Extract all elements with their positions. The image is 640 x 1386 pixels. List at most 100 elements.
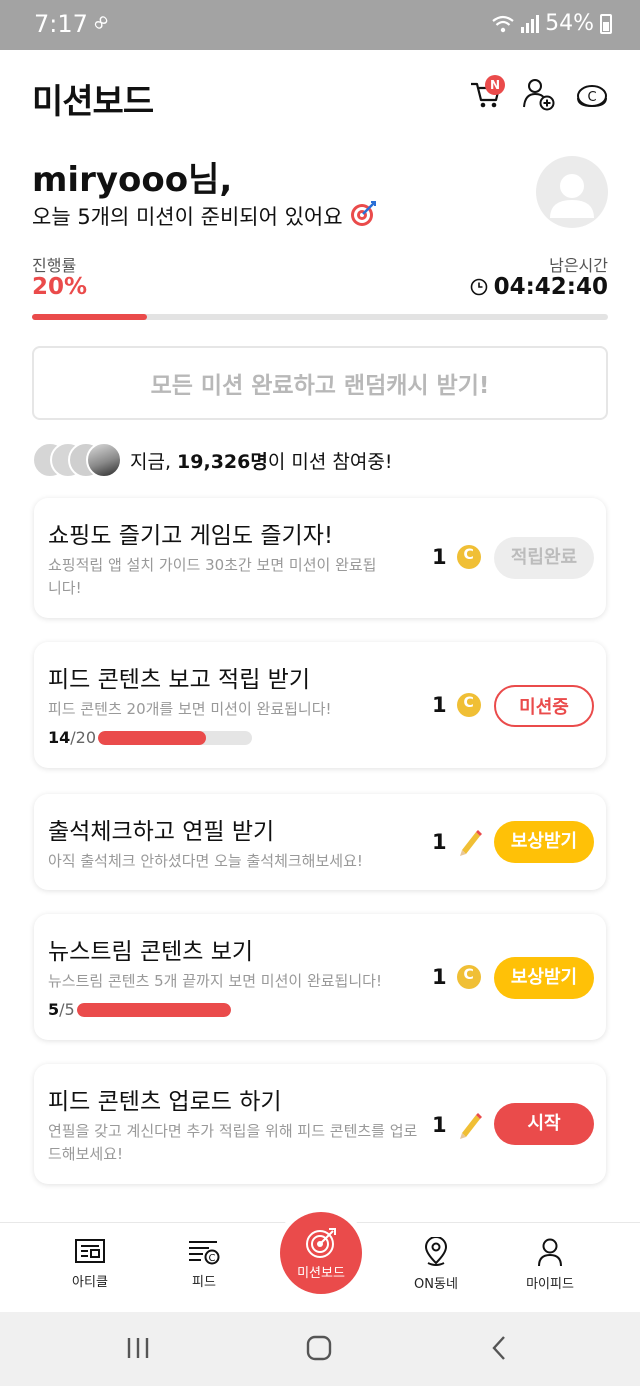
mission-progress-bar <box>76 1002 231 1017</box>
participants-prefix: 지금, <box>130 450 178 473</box>
battery-icon <box>600 13 612 34</box>
profile-placeholder-icon <box>550 174 594 218</box>
mission-reward: 1 <box>432 545 481 569</box>
nav-label: 아티클 <box>72 1275 108 1290</box>
mission-description: 쇼핑적립 앱 설치 가이드 30초간 보면 미션이 완료됩니다! <box>48 556 377 597</box>
system-nav-bar <box>0 1312 640 1386</box>
participant-avatars <box>32 441 126 479</box>
mission-card[interactable]: 쇼핑도 즐기고 게임도 즐기자! 쇼핑적립 앱 설치 가이드 30초간 보면 미… <box>34 498 606 618</box>
status-time: 7:17 <box>34 10 88 38</box>
clock-icon <box>470 278 487 296</box>
mission-progress-fill <box>98 730 206 745</box>
participants-text: 지금, 19,326명이 미션 참여중! <box>130 447 392 474</box>
mission-description: 피드 콘텐츠 20개를 보면 미션이 완료됩니다! <box>48 700 332 718</box>
avatar <box>86 442 122 478</box>
page-title: 미션보드 <box>32 82 154 122</box>
mission-title: 뉴스트림 콘텐츠 보기 <box>48 939 254 965</box>
home-icon[interactable] <box>305 1334 333 1362</box>
remaining-time: 04:42:40 <box>470 274 608 300</box>
mission-in-progress-button[interactable]: 미션중 <box>494 685 594 727</box>
mission-status-button: 적립완료 <box>494 537 594 579</box>
complete-all-button[interactable]: 모든 미션 완료하고 랜덤캐시 받기! <box>32 346 608 420</box>
nav-item-myfeed[interactable]: 마이피드 <box>500 1237 600 1292</box>
mission-card[interactable]: 뉴스트림 콘텐츠 보기 뉴스트림 콘텐츠 5개 끝까지 보면 미션이 완료됩니다… <box>34 914 606 1040</box>
coin-icon <box>456 545 481 569</box>
article-icon <box>75 1239 105 1263</box>
mission-progress-bar <box>98 730 253 745</box>
remaining-time-label: 남은시간 <box>549 256 608 275</box>
nav-label: ON동네 <box>414 1277 458 1292</box>
recent-apps-icon[interactable] <box>124 1334 152 1362</box>
remaining-time-value: 04:42:40 <box>493 274 608 300</box>
nav-item-article[interactable]: 아티클 <box>40 1237 140 1290</box>
mission-card[interactable]: 피드 콘텐츠 업로드 하기 연필을 갖고 계신다면 추가 적립을 위해 피드 콘… <box>34 1064 606 1184</box>
nav-item-onnei[interactable]: ON동네 <box>386 1237 486 1292</box>
add-friend-icon[interactable] <box>520 76 556 112</box>
claim-reward-button[interactable]: 보상받기 <box>494 821 594 863</box>
nav-label: 미션보드 <box>297 1266 345 1281</box>
mission-reward-amount: 1 <box>432 965 447 989</box>
participants-count: 19,326명 <box>177 450 268 473</box>
mission-title: 피드 콘텐츠 업로드 하기 <box>48 1089 282 1115</box>
mission-reward: 1 <box>432 965 481 989</box>
daily-progress-fill <box>32 314 148 320</box>
target-icon <box>306 1228 336 1258</box>
daily-progress-bar <box>32 314 608 320</box>
mission-progress-fill <box>76 1002 231 1017</box>
nav-item-feed[interactable]: C 피드 <box>154 1237 254 1290</box>
pencil-icon <box>459 1113 482 1139</box>
svg-text:C: C <box>209 1253 216 1264</box>
mission-description: 연필을 갖고 계신다면 추가 적립을 위해 피드 콘텐츠를 업로드해보세요! <box>48 1122 418 1163</box>
svg-text:C: C <box>587 90 596 105</box>
location-pin-icon <box>424 1237 448 1266</box>
progress-label: 진행률 <box>32 256 77 275</box>
wifi-icon <box>492 15 514 32</box>
mission-reward: 1 <box>432 828 483 856</box>
app-bar: 미션보드 C <box>0 50 640 140</box>
status-bar: 7:17 ∞ 54% <box>0 0 640 50</box>
mission-title: 피드 콘텐츠 보고 적립 받기 <box>48 667 311 693</box>
mission-card[interactable]: 피드 콘텐츠 보고 적립 받기 피드 콘텐츠 20개를 보면 미션이 완료됩니다… <box>34 642 606 768</box>
coin-icon <box>456 965 481 989</box>
mission-progress-done: 5 <box>48 1000 60 1019</box>
feed-icon: C <box>189 1241 220 1265</box>
back-icon[interactable] <box>486 1334 514 1362</box>
mission-reward-amount: 1 <box>432 1113 447 1137</box>
claim-reward-button[interactable]: 보상받기 <box>494 957 594 999</box>
cart-new-badge: N <box>485 75 505 95</box>
mission-progress: 14/20 <box>48 728 253 747</box>
mission-description: 뉴스트림 콘텐츠 5개 끝까지 보면 미션이 완료됩니다! <box>48 972 382 990</box>
progress-value: 20% <box>32 274 88 300</box>
pencil-icon <box>459 830 482 856</box>
target-icon <box>351 201 377 226</box>
mission-progress-done: 14 <box>48 728 71 747</box>
mission-card[interactable]: 출석체크하고 연필 받기 아직 출석체크 안하셨다면 오늘 출석체크해보세요! … <box>34 794 606 890</box>
mission-reward: 1 <box>432 693 481 717</box>
mission-reward: 1 <box>432 1111 483 1139</box>
link-icon: ∞ <box>85 7 117 38</box>
mission-title: 출석체크하고 연필 받기 <box>48 819 275 845</box>
mission-reward-amount: 1 <box>432 830 447 854</box>
status-right: 54% <box>491 11 612 36</box>
nav-item-missionboard[interactable]: 미션보드 <box>280 1212 362 1294</box>
greeting-subtitle-text: 오늘 5개의 미션이 준비되어 있어요 <box>32 205 343 229</box>
nav-label: 마이피드 <box>526 1277 574 1292</box>
person-icon <box>538 1238 562 1267</box>
start-mission-button[interactable]: 시작 <box>494 1103 594 1145</box>
greeting-subtitle: 오늘 5개의 미션이 준비되어 있어요 <box>32 200 377 231</box>
mission-reward-amount: 1 <box>432 693 447 717</box>
avatar[interactable] <box>536 156 608 228</box>
coin-icon <box>456 693 481 717</box>
mission-title: 쇼핑도 즐기고 게임도 즐기자! <box>48 523 334 549</box>
mission-description: 아직 출석체크 안하셨다면 오늘 출석체크해보세요! <box>48 852 363 870</box>
cash-icon[interactable]: C <box>574 76 610 112</box>
signal-icon <box>521 14 540 33</box>
mission-reward-amount: 1 <box>432 545 447 569</box>
mission-progress-total: /5 <box>59 1000 75 1019</box>
nav-label: 피드 <box>192 1275 216 1290</box>
mission-progress-total: /20 <box>70 728 97 747</box>
user-greeting: miryooo님, <box>32 160 233 200</box>
participants-suffix: 이 미션 참여중! <box>267 450 393 473</box>
battery-level: 54% <box>545 11 594 36</box>
mission-progress: 5/5 <box>48 1000 231 1019</box>
